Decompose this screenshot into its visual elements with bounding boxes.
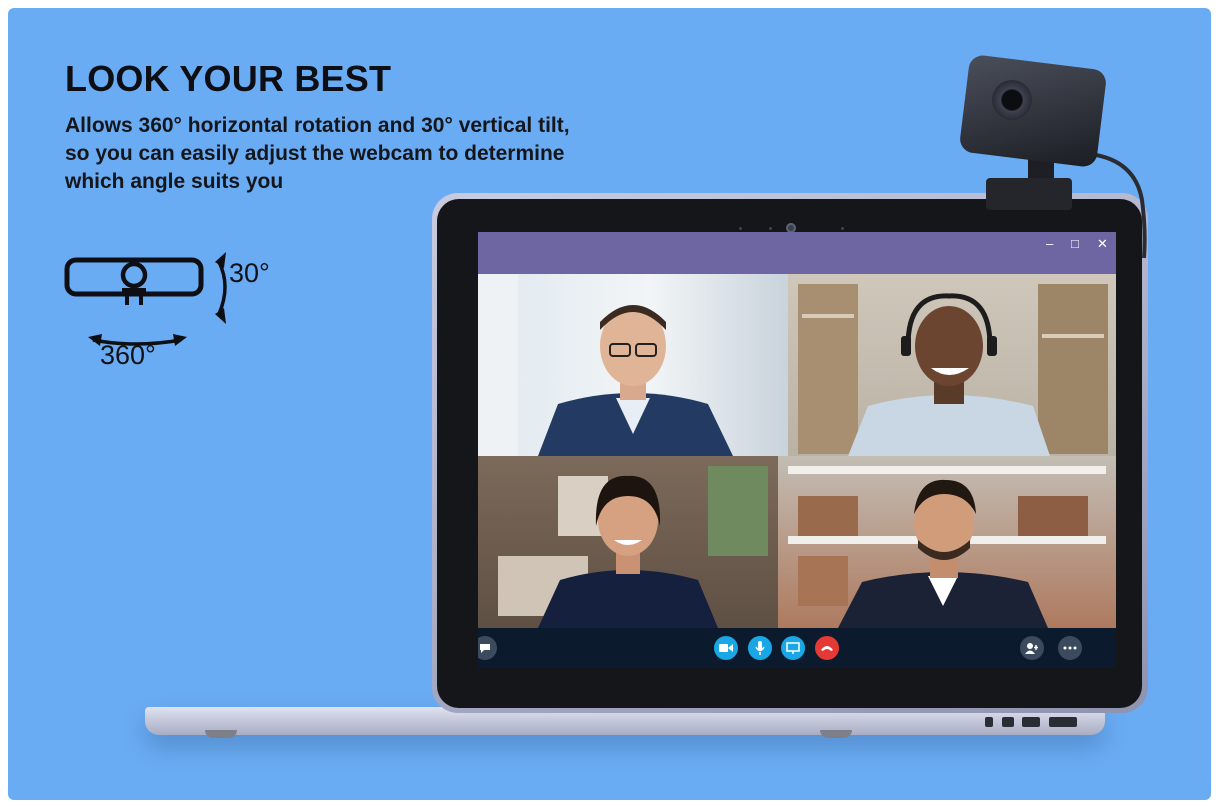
minimize-button[interactable]: – — [1046, 237, 1053, 251]
participant-video — [498, 466, 768, 628]
participant-video — [478, 274, 733, 456]
video-call-window: – □ ✕ — [478, 232, 1116, 668]
window-titlebar: – □ ✕ — [478, 232, 1116, 274]
webcam-body — [958, 53, 1108, 169]
more-icon[interactable] — [1058, 636, 1082, 660]
laptop-foot — [205, 730, 237, 738]
port-icon — [1049, 717, 1077, 727]
participant-tile[interactable] — [478, 456, 778, 628]
hang-up-icon[interactable] — [815, 636, 839, 660]
chat-icon[interactable] — [478, 636, 497, 660]
video-icon[interactable] — [714, 636, 738, 660]
participant-video — [798, 284, 1108, 456]
add-people-icon[interactable] — [1020, 636, 1044, 660]
webcam-mount — [986, 178, 1072, 210]
participant-tile[interactable] — [788, 274, 1116, 456]
sensor-dot — [841, 227, 844, 230]
laptop-foot — [820, 730, 852, 738]
sensor-dot — [739, 227, 742, 230]
sensor-dot — [769, 227, 772, 230]
tilt-degree-label: 30° — [229, 258, 270, 288]
maximize-button[interactable]: □ — [1071, 237, 1079, 251]
pan-degree-label: 360° — [100, 340, 156, 370]
feature-description: Allows 360° horizontal rotation and 30° … — [65, 114, 570, 193]
participant-tile[interactable] — [478, 274, 788, 456]
participant-tile[interactable] — [778, 456, 1116, 628]
port-icon — [985, 717, 993, 727]
call-controls-bar — [478, 628, 1116, 668]
port-icon — [1002, 717, 1014, 727]
participant-video — [788, 466, 1106, 628]
port-icon — [1022, 717, 1040, 727]
screen-share-icon[interactable] — [781, 636, 805, 660]
headline: LOOK YOUR BEST — [65, 58, 392, 99]
webcam-lens-icon — [992, 80, 1032, 120]
webcam-rotation-icon — [64, 252, 227, 346]
participant-grid — [478, 274, 1116, 628]
mic-icon[interactable] — [748, 636, 772, 660]
